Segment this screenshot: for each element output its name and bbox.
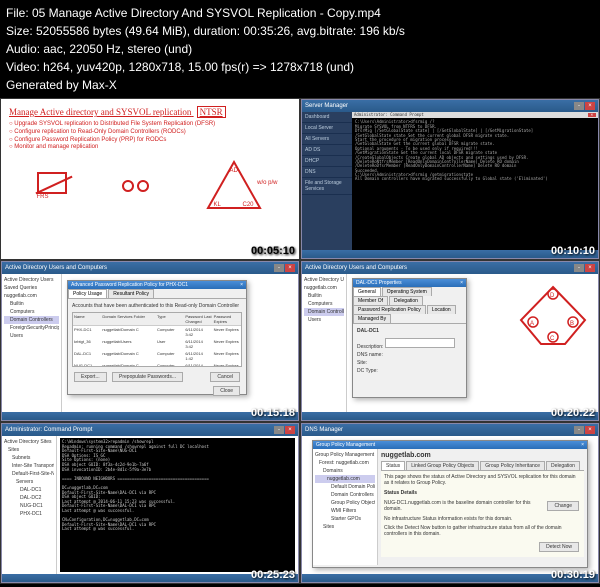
sidebar-item-file[interactable]: File and Storage Services bbox=[302, 178, 352, 195]
sidebar-item-dashboard[interactable]: Dashboard bbox=[302, 112, 352, 123]
sidebar-item-all[interactable]: All Servers bbox=[302, 134, 352, 145]
command-prompt[interactable]: Administrator: Command Prompt× C:\Users\… bbox=[352, 112, 598, 250]
prepopulate-button[interactable]: Prepopulate Passwords... bbox=[112, 372, 183, 382]
diagram-label-d: D bbox=[550, 293, 555, 299]
close-button[interactable]: Close bbox=[213, 386, 240, 396]
close-icon[interactable]: × bbox=[240, 282, 243, 288]
aduc-window: Active Directory Users and Computers-× A… bbox=[1, 261, 299, 421]
circle-icon bbox=[122, 180, 134, 192]
timestamp: 00:10:10 bbox=[551, 245, 595, 257]
sites-window: Administrator: Command Prompt -× Active D… bbox=[1, 423, 299, 583]
window-title: Administrator: Command Prompt bbox=[5, 427, 92, 433]
svg-text:C: C bbox=[550, 336, 555, 342]
export-button[interactable]: Export... bbox=[74, 372, 107, 382]
tree-pane[interactable]: Active Directory Users nuggetlab.com Bui… bbox=[302, 274, 347, 412]
window-title: DNS Manager bbox=[305, 427, 343, 433]
minimize-icon[interactable]: - bbox=[274, 264, 284, 272]
description-input[interactable] bbox=[385, 338, 455, 348]
generated-line: Generated by Max-X bbox=[6, 76, 594, 94]
minimize-icon[interactable]: - bbox=[574, 102, 584, 110]
close-icon[interactable]: × bbox=[585, 264, 595, 272]
tab-prp[interactable]: Password Replication Policy bbox=[353, 305, 426, 314]
tab-general[interactable]: General bbox=[353, 287, 381, 296]
tab-linked[interactable]: Linked Group Policy Objects bbox=[406, 461, 479, 470]
close-icon[interactable]: × bbox=[460, 280, 463, 286]
video-line: Video: h264, yuv420p, 1280x718, 15.00 fp… bbox=[6, 58, 594, 76]
content-heading: nuggetlab.com bbox=[381, 452, 584, 459]
window-title: Active Directory Users and Computers bbox=[5, 265, 107, 271]
prp-dialog: Advanced Password Replication Policy for… bbox=[67, 280, 247, 395]
gpm-window: DNS Manager-× Group Policy Management× G… bbox=[301, 423, 599, 583]
cancel-button[interactable]: Cancel bbox=[210, 372, 240, 382]
close-icon[interactable]: × bbox=[585, 426, 595, 434]
gpm-dialog: Group Policy Management× Group Policy Ma… bbox=[312, 440, 588, 568]
thumbnail-6[interactable]: DNS Manager-× Group Policy Management× G… bbox=[300, 422, 600, 584]
tab-delegation[interactable]: Delegation bbox=[546, 461, 580, 470]
tab-status[interactable]: Status bbox=[381, 461, 405, 470]
tab-managedby[interactable]: Managed By bbox=[353, 314, 391, 323]
whiteboard-list: ○ Upgrade SYSVOL replication to Distribu… bbox=[9, 121, 291, 152]
command-prompt[interactable]: C:\Windows\system32>repadmin /showrepl R… bbox=[60, 438, 295, 572]
aduc-window: Active Directory Users and Computers-× A… bbox=[301, 261, 599, 421]
close-icon[interactable]: × bbox=[585, 102, 595, 110]
window-title: Active Directory Users and Computers bbox=[305, 265, 407, 271]
tab-delegation[interactable]: Delegation bbox=[389, 296, 423, 305]
thumbnail-5[interactable]: Administrator: Command Prompt -× Active D… bbox=[0, 422, 300, 584]
audio-line: Audio: aac, 22050 Hz, stereo (und) bbox=[6, 40, 594, 58]
sidebar-item-dhcp[interactable]: DHCP bbox=[302, 156, 352, 167]
timestamp: 00:30:19 bbox=[551, 569, 595, 581]
sidebar-item-local[interactable]: Local Server bbox=[302, 123, 352, 134]
sidebar-item-adds[interactable]: AD DS bbox=[302, 145, 352, 156]
tab-memberof[interactable]: Member Of bbox=[353, 296, 388, 305]
whiteboard-content: Manage Active directory and SYSVOL repli… bbox=[1, 99, 299, 259]
thumbnail-grid: Manage Active directory and SYSVOL repli… bbox=[0, 98, 600, 584]
tab-resultant[interactable]: Resultant Policy bbox=[108, 289, 154, 298]
whiteboard-overlay: D A B C bbox=[513, 282, 593, 352]
whiteboard-diagram: FRS AD KL C20 w/o p/w bbox=[9, 160, 291, 212]
tree-pane[interactable]: Active Directory Sites Sites Subnets Int… bbox=[2, 436, 57, 574]
svg-text:A: A bbox=[530, 321, 534, 327]
tab-inheritance[interactable]: Group Policy Inheritance bbox=[480, 461, 545, 470]
media-info-header: File: 05 Manage Active Directory And SYS… bbox=[0, 0, 600, 98]
tab-policy-usage[interactable]: Policy Usage bbox=[68, 289, 107, 298]
minimize-icon[interactable]: - bbox=[274, 426, 284, 434]
server-sidebar: Dashboard Local Server All Servers AD DS… bbox=[302, 112, 352, 250]
tree-pane[interactable]: Active Directory Users Saved Queries nug… bbox=[2, 274, 62, 412]
circle-icon bbox=[137, 180, 149, 192]
timestamp: 00:25:23 bbox=[251, 569, 295, 581]
minimize-icon[interactable]: - bbox=[574, 264, 584, 272]
server-manager-window: Server Manager -× Dashboard Local Server… bbox=[301, 99, 599, 259]
size-line: Size: 52055586 bytes (49.64 MiB), durati… bbox=[6, 22, 594, 40]
thumbnail-2[interactable]: Server Manager -× Dashboard Local Server… bbox=[300, 98, 600, 260]
thumbnail-3[interactable]: Active Directory Users and Computers-× A… bbox=[0, 260, 300, 422]
thumbnail-1[interactable]: Manage Active directory and SYSVOL repli… bbox=[0, 98, 300, 260]
close-icon[interactable]: × bbox=[285, 426, 295, 434]
window-title: Server Manager bbox=[305, 103, 348, 109]
timestamp: 00:05:10 bbox=[251, 245, 295, 257]
thumbnail-4[interactable]: Active Directory Users and Computers-× A… bbox=[300, 260, 600, 422]
close-icon[interactable]: × bbox=[581, 442, 584, 448]
minimize-icon[interactable]: - bbox=[574, 426, 584, 434]
close-icon[interactable]: × bbox=[588, 113, 596, 117]
properties-dialog: DAL-DC1 Properties× General Operating Sy… bbox=[352, 278, 467, 398]
timestamp: 00:20:22 bbox=[551, 407, 595, 419]
whiteboard-title: Manage Active directory and SYSVOL repli… bbox=[9, 107, 291, 117]
file-line: File: 05 Manage Active Directory And SYS… bbox=[6, 4, 594, 22]
tab-location[interactable]: Location bbox=[427, 305, 456, 314]
frs-shape bbox=[37, 172, 67, 194]
timestamp: 00:15:18 bbox=[251, 407, 295, 419]
close-icon[interactable]: × bbox=[285, 264, 295, 272]
detect-button[interactable]: Detect Now bbox=[539, 542, 579, 552]
sidebar-item-dns[interactable]: DNS bbox=[302, 167, 352, 178]
svg-text:B: B bbox=[570, 321, 574, 327]
gpm-tree[interactable]: Group Policy Management Forest: nuggetla… bbox=[313, 449, 378, 565]
tab-os[interactable]: Operating System bbox=[382, 287, 432, 296]
change-button[interactable]: Change bbox=[547, 501, 579, 511]
